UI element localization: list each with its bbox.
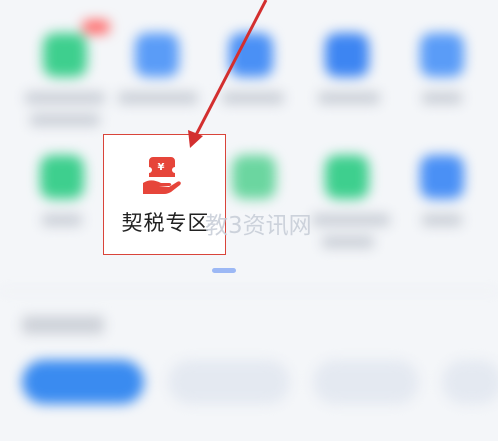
annotation-arrow (188, 0, 268, 148)
